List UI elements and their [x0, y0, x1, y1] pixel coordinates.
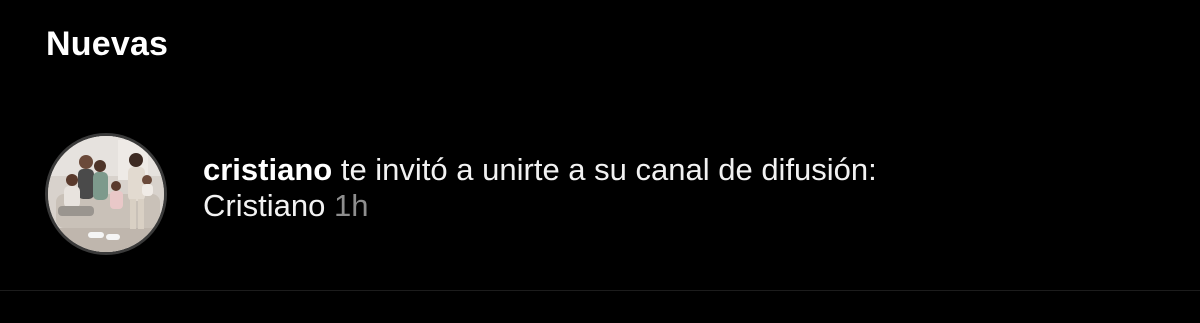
divider — [0, 290, 1200, 291]
section-title: Nuevas — [46, 25, 169, 63]
notification-message: te invitó a unirte a su canal de difusió… — [332, 152, 877, 187]
notification-item[interactable]: cristiano te invitó a unirte a su canal … — [0, 126, 1200, 266]
notification-username[interactable]: cristiano — [203, 152, 332, 187]
channel-name[interactable]: Cristiano — [203, 188, 325, 223]
avatar[interactable] — [45, 133, 167, 255]
profile-photo-avatar-icon — [48, 136, 164, 252]
notification-text: cristiano te invitó a unirte a su canal … — [203, 152, 877, 224]
notification-time: 1h — [333, 188, 369, 223]
